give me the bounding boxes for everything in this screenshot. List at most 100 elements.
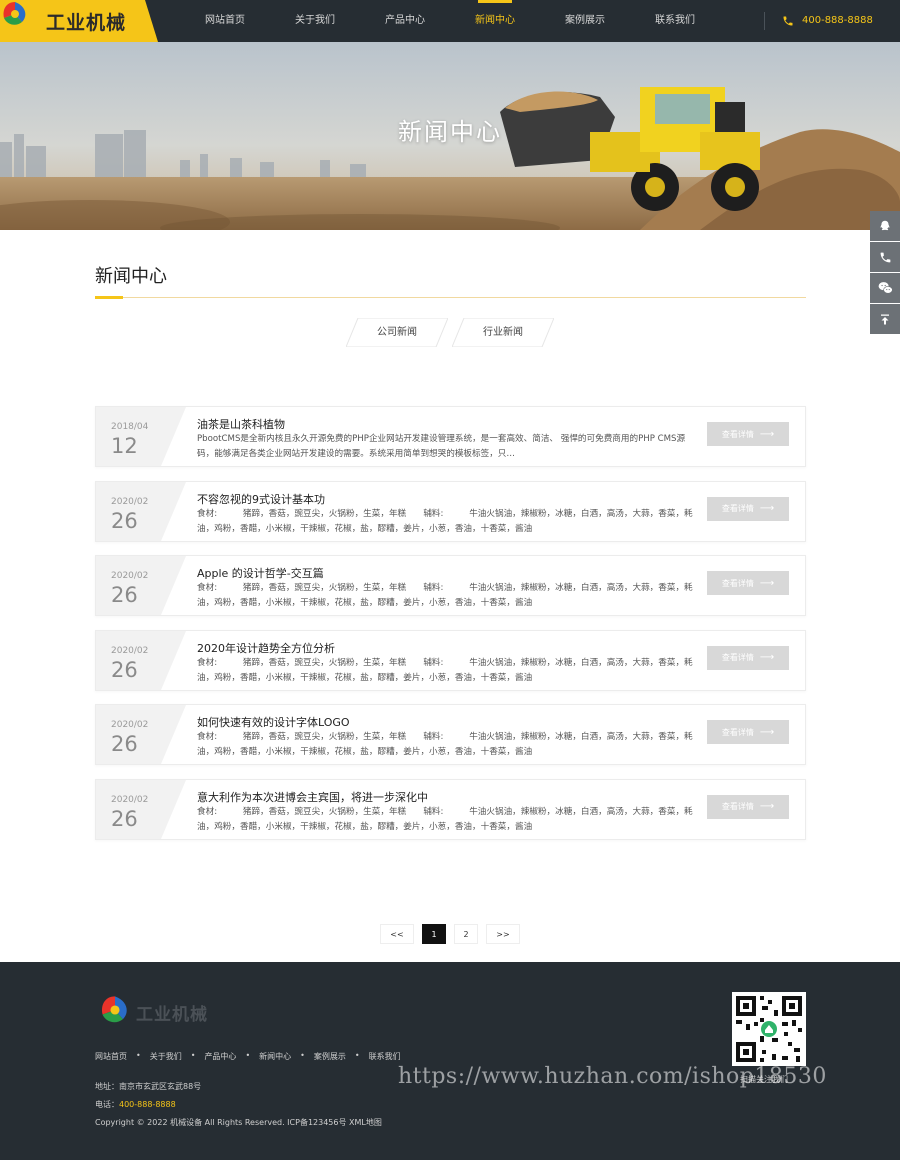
side-float-bar (870, 211, 900, 335)
footer-address: 地址：南京市玄武区玄武88号 (95, 1082, 202, 1091)
logo-icon (3, 2, 26, 25)
view-details-button[interactable]: 查看详情 ⟶ (707, 496, 789, 521)
footer-tel: 电话：400-888-8888 (95, 1099, 176, 1110)
news-title[interactable]: 如何快速有效的设计字体LOGO (197, 714, 350, 730)
view-details-button[interactable]: 查看详情 ⟶ (707, 422, 789, 446)
date-day: 26 (111, 508, 138, 533)
date-box: 2020/02 26 (96, 705, 186, 764)
view-details-label: 查看详情 (721, 429, 754, 439)
tab-label: 行业新闻 (483, 327, 523, 338)
list-item[interactable]: 2018/04 12 油茶是山茶科植物 PbootCMS是全新内核且永久开源免费… (95, 406, 806, 467)
footer-nav: 网站首页 • 关于我们 • 产品中心 • 新闻中心 • 案例展示 • 联系我们 (95, 1051, 401, 1062)
qq-button[interactable] (870, 211, 900, 241)
page-button-2[interactable]: 2 (454, 924, 478, 944)
footer-link-home[interactable]: 网站首页 (95, 1051, 127, 1062)
banner-title: 新闻中心 (398, 118, 502, 146)
date-box-background (96, 407, 186, 466)
footer-nav-dot: • (136, 1051, 141, 1060)
list-item[interactable]: 2020/02 26 意大利作为本次进博会主宾国，将进一步深化中 食材: 猪蹄，… (95, 778, 806, 840)
date-box: 2020/02 26 (96, 779, 186, 839)
nav-item-home[interactable]: 网站首页 (180, 0, 270, 42)
date-box-background (96, 556, 186, 615)
wechat-icon (878, 282, 893, 294)
main-nav: 网站首页 关于我们 产品中心 新闻中心 案例展示 联系我们 (180, 0, 720, 42)
date-year-month: 2020/02 (111, 720, 149, 730)
footer-tel-label: 电话： (95, 1100, 119, 1109)
view-details-button[interactable]: 查看详情 ⟶ (707, 645, 789, 670)
date-box: 2020/02 26 (96, 556, 186, 615)
view-details-label: 查看详情 (721, 504, 754, 513)
tab-industry-news[interactable]: 行业新闻 (452, 318, 554, 347)
page: 工业机械 网站首页 关于我们 产品中心 新闻中心 案例展示 联系我们 400-8… (0, 0, 900, 1160)
date-box: 2020/02 26 (96, 481, 186, 541)
view-details-button[interactable]: 查看详情 ⟶ (707, 571, 789, 595)
page-button-1[interactable]: 1 (422, 924, 446, 944)
back-to-top-button[interactable] (870, 304, 900, 334)
arrow-right-icon: ⟶ (759, 577, 775, 589)
date-box: 2018/04 12 (96, 407, 186, 466)
wechat-button[interactable] (870, 273, 900, 303)
phone-button[interactable] (870, 242, 900, 272)
footer-logo-icon (101, 996, 127, 1023)
arrow-right-icon: ⟶ (759, 726, 775, 738)
view-details-label: 查看详情 (721, 653, 754, 662)
news-desc: 食材: 猪蹄，香菇，豌豆尖，火锅粉，生菜，年糕 辅料: 牛油火锅油，辣椒粉，冰糖… (197, 732, 693, 757)
header-phone[interactable]: 400-888-8888 (782, 0, 873, 42)
news-title[interactable]: 不容忽视的9式设计基本功 (197, 491, 325, 507)
footer-nav-dot: • (190, 1051, 196, 1060)
news-title[interactable]: 2020年设计趋势全方位分析 (197, 640, 335, 656)
footer-nav-dot: • (354, 1051, 360, 1060)
footer-tel-number[interactable]: 400-888-8888 (119, 1100, 176, 1109)
news-desc: PbootCMS是全新内核且永久开源免费的PHP企业网站开发建设管理系统，是一套… (197, 434, 686, 459)
tab-company-news[interactable]: 公司新闻 (346, 318, 448, 347)
nav-item-contact[interactable]: 联系我们 (630, 0, 720, 42)
view-details-button[interactable]: 查看详情 ⟶ (707, 720, 789, 744)
footer-link-about[interactable]: 关于我们 (150, 1051, 182, 1062)
arrow-right-icon: ⟶ (759, 652, 775, 663)
news-title[interactable]: Apple 的设计哲学-交互篇 (197, 565, 324, 581)
logo[interactable]: 工业机械 (0, 0, 160, 42)
view-details-label: 查看详情 (721, 727, 754, 737)
footer-nav-dot: • (245, 1051, 251, 1060)
footer-nav-dot: • (300, 1051, 305, 1060)
page-banner: 新闻中心 (0, 42, 900, 230)
footer-link-products[interactable]: 产品中心 (204, 1051, 236, 1062)
arrow-right-icon: ⟶ (759, 428, 775, 440)
list-item[interactable]: 2020/02 26 如何快速有效的设计字体LOGO 食材: 猪蹄，香菇，豌豆尖… (95, 704, 806, 765)
header-phone-number: 400-888-8888 (802, 15, 873, 26)
back-to-top-icon (881, 314, 889, 324)
qr-code-icon (732, 992, 806, 1066)
footer-link-news[interactable]: 新闻中心 (259, 1051, 291, 1062)
qq-icon (880, 220, 890, 231)
date-year-month: 2018/04 (111, 422, 149, 432)
nav-item-cases[interactable]: 案例展示 (540, 0, 630, 42)
date-box-background (96, 481, 186, 541)
view-details-button[interactable]: 查看详情 ⟶ (707, 794, 789, 819)
next-page-button[interactable]: >> (486, 924, 520, 944)
view-details-label: 查看详情 (721, 802, 754, 811)
news-title[interactable]: 意大利作为本次进博会主宾国，将进一步深化中 (197, 789, 428, 805)
news-list: 2018/04 12 油茶是山茶科植物 PbootCMS是全新内核且永久开源免费… (95, 406, 806, 853)
nav-item-products[interactable]: 产品中心 (360, 0, 450, 42)
pagination: << 1 2 >> (380, 924, 528, 944)
date-year-month: 2020/02 (111, 571, 149, 581)
date-box-background (96, 779, 186, 839)
footer-logo-text: 工业机械 (136, 1005, 208, 1025)
prev-page-button[interactable]: << (380, 924, 414, 944)
phone-icon (880, 252, 890, 262)
nav-item-news[interactable]: 新闻中心 (450, 0, 540, 42)
nav-item-about[interactable]: 关于我们 (270, 0, 360, 42)
news-title[interactable]: 油茶是山茶科植物 (197, 416, 285, 432)
category-tabs: 公司新闻 行业新闻 (346, 318, 558, 347)
news-desc: 食材: 猪蹄，香菇，豌豆尖，火锅粉，生菜，年糕 辅料: 牛油火锅油，辣椒粉，冰糖… (197, 657, 693, 683)
list-item[interactable]: 2020/02 26 2020年设计趋势全方位分析 食材: 猪蹄，香菇，豌豆尖，… (95, 629, 806, 691)
footer: 工业机械 网站首页 • 关于我们 • 产品中心 • 新闻中心 • 案例展示 • 联系我们 … (0, 962, 900, 1160)
date-year-month: 2020/02 (111, 645, 149, 656)
footer-link-cases[interactable]: 案例展示 (314, 1051, 346, 1062)
footer-link-contact[interactable]: 联系我们 (369, 1051, 401, 1062)
title-accent-bar (95, 296, 123, 299)
list-item[interactable]: 2020/02 26 Apple 的设计哲学-交互篇 食材: 猪蹄，香菇，豌豆尖… (95, 555, 806, 616)
list-item[interactable]: 2020/02 26 不容忽视的9式设计基本功 食材: 猪蹄，香菇，豌豆尖，火锅… (95, 480, 806, 542)
watermark: https://www.huzhan.com/ishop18530 (398, 1064, 827, 1089)
logo-text: 工业机械 (46, 12, 127, 34)
